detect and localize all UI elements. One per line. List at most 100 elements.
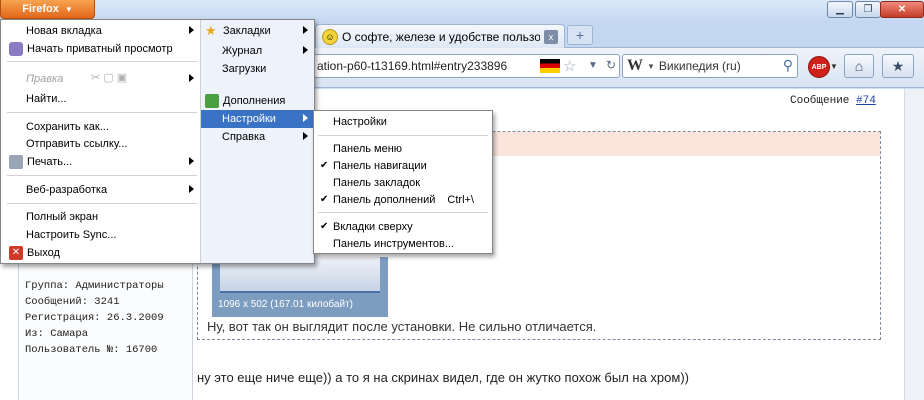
- menu-item-label: Веб-разработка: [26, 184, 108, 196]
- menu-item-web-developer[interactable]: Веб-разработка: [1, 181, 200, 199]
- submenu-item-label: Панель закладок: [333, 177, 421, 189]
- exit-icon: ✕: [9, 246, 23, 260]
- bookmark-star-icon[interactable]: ☆: [563, 57, 576, 75]
- checkmark-icon: ✔: [320, 221, 329, 232]
- page-scrollbar[interactable]: [904, 89, 924, 400]
- tab-close-icon[interactable]: x: [544, 29, 558, 44]
- submenu-item-tabs-on-top[interactable]: ✔ Вкладки сверху: [314, 218, 492, 236]
- menu-item-label: Найти...: [26, 93, 67, 105]
- submenu-item-label: Панель навигации: [333, 160, 427, 172]
- user-location: Из: Самара: [25, 328, 89, 340]
- message-number: Сообщение #74: [790, 95, 876, 107]
- bookmarks-button[interactable]: ★: [882, 54, 914, 78]
- submenu-item-menu-bar[interactable]: Панель меню: [314, 140, 492, 158]
- plus-icon: +: [575, 27, 585, 43]
- menu-item-save-as[interactable]: Сохранить как...: [1, 118, 200, 136]
- menu-item-exit[interactable]: ✕ Выход: [1, 244, 200, 262]
- url-bar[interactable]: ation-p60-t13169.html#entry233896 ☆ ▼ ↻: [300, 54, 620, 78]
- url-text: ation-p60-t13169.html#entry233896: [317, 59, 508, 73]
- submenu-arrow-icon: [303, 46, 308, 54]
- menu-item-label: Отправить ссылку...: [26, 138, 128, 150]
- tab-title: О софте, железе и удобстве пользова...: [342, 29, 540, 44]
- menu-item-full-screen[interactable]: Полный экран: [1, 208, 200, 226]
- menu-item-print[interactable]: Печать...: [1, 153, 200, 171]
- menu-item-help[interactable]: Справка: [201, 128, 314, 146]
- menu-item-label: Сохранить как...: [26, 121, 109, 133]
- submenu-item-label: Панель меню: [333, 143, 403, 155]
- wikipedia-icon[interactable]: W: [627, 57, 643, 75]
- user-info: Группа: Администраторы Сообщений: 3241 Р…: [25, 278, 164, 358]
- mask-icon: [9, 42, 23, 56]
- menu-separator: [318, 212, 488, 213]
- submenu-item-label: Вкладки сверху: [333, 221, 413, 233]
- firefox-menu-right-column: ★ Закладки Журнал Загрузки Дополнения На…: [201, 20, 314, 263]
- menu-item-label: Справка: [222, 131, 266, 143]
- menu-separator: [7, 112, 197, 113]
- submenu-item-options[interactable]: Настройки: [314, 113, 492, 131]
- menu-separator: [7, 203, 197, 204]
- submenu-item-label: Настройки: [333, 116, 387, 128]
- thumbnail-caption: 1096 x 502 (167.01 килобайт): [218, 299, 353, 310]
- submenu-arrow-icon: [189, 157, 194, 165]
- firefox-menu-button[interactable]: Firefox ▼: [0, 0, 95, 19]
- submenu-arrow-icon: [303, 132, 308, 140]
- search-bar[interactable]: W ▼ Википедия (ru) ⚲: [622, 54, 798, 78]
- search-engine-dropdown-icon[interactable]: ▼: [647, 62, 655, 71]
- quote-text: Ну, вот так он выглядит после установки.…: [207, 319, 597, 334]
- menu-item-label: Журнал: [222, 45, 263, 57]
- screenshot-thumbnail[interactable]: 1096 x 502 (167.01 килобайт): [212, 257, 388, 317]
- menu-item-label: Выход: [27, 247, 60, 259]
- settings-submenu: Настройки Панель меню ✔ Панель навигации…: [313, 110, 493, 254]
- minimize-button[interactable]: ▁: [827, 1, 853, 18]
- adblock-dropdown-icon[interactable]: ▼: [830, 62, 838, 71]
- printer-icon: [9, 155, 23, 169]
- menu-item-private-browsing[interactable]: Начать приватный просмотр: [1, 40, 200, 58]
- reload-icon[interactable]: ↻: [603, 57, 619, 73]
- chevron-down-icon: ▼: [64, 4, 73, 14]
- menu-item-label: Правка: [26, 73, 64, 85]
- message-link[interactable]: #74: [856, 95, 876, 107]
- adblock-plus-icon[interactable]: ABP: [808, 56, 830, 78]
- url-dropdown-icon[interactable]: ▼: [585, 57, 601, 73]
- submenu-arrow-icon: [189, 185, 194, 193]
- menu-item-set-up-sync[interactable]: Настроить Sync...: [1, 226, 200, 244]
- menu-item-history[interactable]: Журнал: [201, 42, 314, 60]
- close-window-button[interactable]: ✕: [880, 1, 924, 18]
- maximize-icon: ❐: [863, 4, 873, 15]
- menu-item-find[interactable]: Найти...: [1, 90, 200, 108]
- submenu-item-add-on-bar[interactable]: ✔ Панель дополнений Ctrl+\: [314, 191, 492, 209]
- menu-item-downloads[interactable]: Загрузки: [201, 60, 314, 78]
- maximize-button[interactable]: ❐: [855, 1, 881, 18]
- menu-item-edit: Правка ✂ ▢ ▣: [1, 70, 200, 88]
- menu-separator: [7, 61, 197, 62]
- search-magnifier-icon[interactable]: ⚲: [783, 57, 793, 74]
- submenu-item-bookmarks-bar[interactable]: Панель закладок: [314, 174, 492, 192]
- firefox-app-menu: Новая вкладка Начать приватный просмотр …: [0, 19, 315, 264]
- submenu-item-label: Панель дополнений: [333, 194, 436, 206]
- submenu-item-label: Панель инструментов...: [333, 238, 454, 250]
- submenu-item-customize-toolbar[interactable]: Панель инструментов...: [314, 235, 492, 253]
- menu-item-label: Дополнения: [223, 95, 286, 107]
- submenu-item-navigation-bar[interactable]: ✔ Панель навигации: [314, 157, 492, 175]
- menu-item-options[interactable]: Настройки: [201, 110, 314, 128]
- message-label: Сообщение: [790, 95, 850, 107]
- german-flag-icon: [540, 59, 560, 73]
- menu-item-label: Новая вкладка: [26, 25, 102, 37]
- close-icon: ✕: [897, 4, 907, 15]
- smiley-favicon-icon: ☺: [322, 28, 338, 45]
- menu-item-new-tab[interactable]: Новая вкладка: [1, 22, 200, 40]
- menu-item-label: Начать приватный просмотр: [27, 43, 173, 55]
- menu-item-bookmarks[interactable]: ★ Закладки: [201, 22, 314, 40]
- new-tab-button[interactable]: +: [567, 25, 593, 45]
- checkmark-icon: ✔: [320, 194, 329, 205]
- tab-active[interactable]: ☺ О софте, железе и удобстве пользова...…: [315, 24, 565, 48]
- menu-item-send-link[interactable]: Отправить ссылку...: [1, 135, 200, 153]
- submenu-arrow-icon: [189, 74, 194, 82]
- home-button[interactable]: ⌂: [844, 54, 874, 78]
- bookmarks-icon: ★: [891, 57, 905, 74]
- menu-item-add-ons[interactable]: Дополнения: [201, 92, 314, 110]
- submenu-item-shortcut: Ctrl+\: [447, 194, 474, 206]
- menu-item-label: Настроить Sync...: [26, 229, 117, 241]
- puzzle-icon: [205, 94, 219, 108]
- menu-separator: [7, 175, 197, 176]
